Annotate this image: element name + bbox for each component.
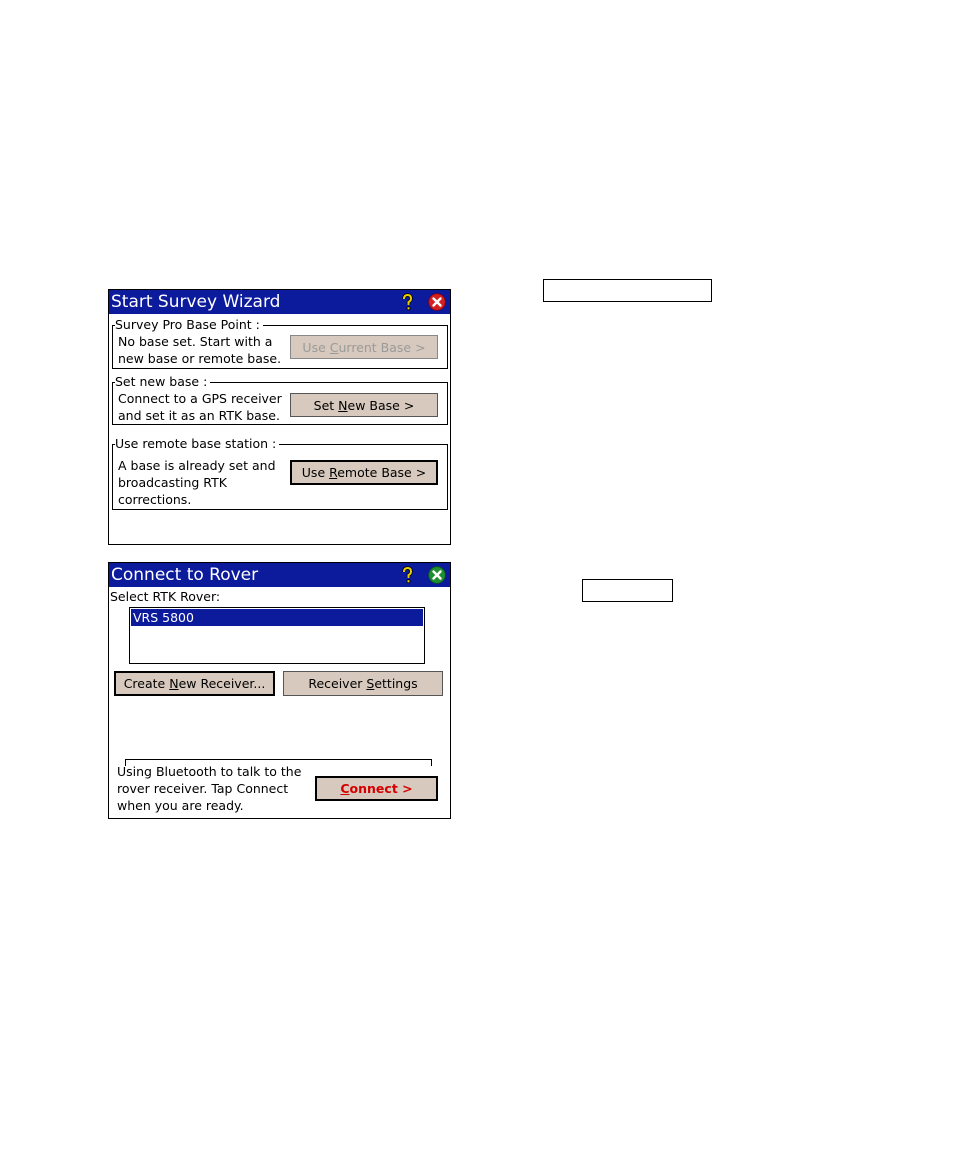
base-point-group: Survey Pro Base Point : No base set. Sta…	[112, 317, 448, 369]
group-description: No base set. Start with a new base or re…	[118, 334, 282, 366]
group-label: Survey Pro Base Point :	[115, 317, 263, 333]
start-survey-wizard-window: Start Survey Wizard Survey Pro Base Poin…	[108, 289, 451, 545]
status-text: Using Bluetooth to talk to the rover rec…	[117, 764, 302, 813]
connect-to-rover-window: Connect to Rover Select RTK Rover: VRS 5…	[108, 562, 451, 819]
set-new-base-group: Set new base : Connect to a GPS receiver…	[112, 374, 448, 425]
close-icon[interactable]	[428, 293, 446, 311]
group-label: Set new base :	[115, 374, 211, 390]
create-new-receiver-button[interactable]: Create New Receiver...	[114, 671, 275, 696]
title-bar: Connect to Rover	[109, 563, 450, 587]
title-bar: Start Survey Wizard	[109, 290, 450, 314]
help-icon[interactable]	[398, 566, 416, 584]
set-new-base-button[interactable]: Set New Base >	[290, 393, 438, 417]
group-description: Connect to a GPS receiver and set it as …	[118, 391, 282, 423]
callout-box-1	[543, 279, 712, 302]
use-current-base-button[interactable]: Use Current Base >	[290, 335, 438, 359]
use-remote-base-button[interactable]: Use Remote Base >	[290, 460, 438, 485]
list-item[interactable]: VRS 5800	[131, 609, 423, 626]
rover-list[interactable]: VRS 5800	[129, 607, 425, 664]
window-title: Start Survey Wizard	[111, 292, 281, 312]
window-title: Connect to Rover	[111, 565, 259, 585]
group-label: Use remote base station :	[115, 436, 280, 452]
help-icon[interactable]	[398, 293, 416, 311]
receiver-settings-button[interactable]: Receiver Settings	[283, 671, 443, 696]
connect-button[interactable]: Connect >	[315, 776, 438, 801]
group-description: A base is already set and broadcasting R…	[118, 458, 276, 507]
select-rover-label: Select RTK Rover:	[110, 589, 221, 604]
ok-icon[interactable]	[428, 566, 446, 584]
remote-base-group: Use remote base station : A base is alre…	[112, 436, 448, 510]
callout-box-2	[582, 579, 673, 602]
